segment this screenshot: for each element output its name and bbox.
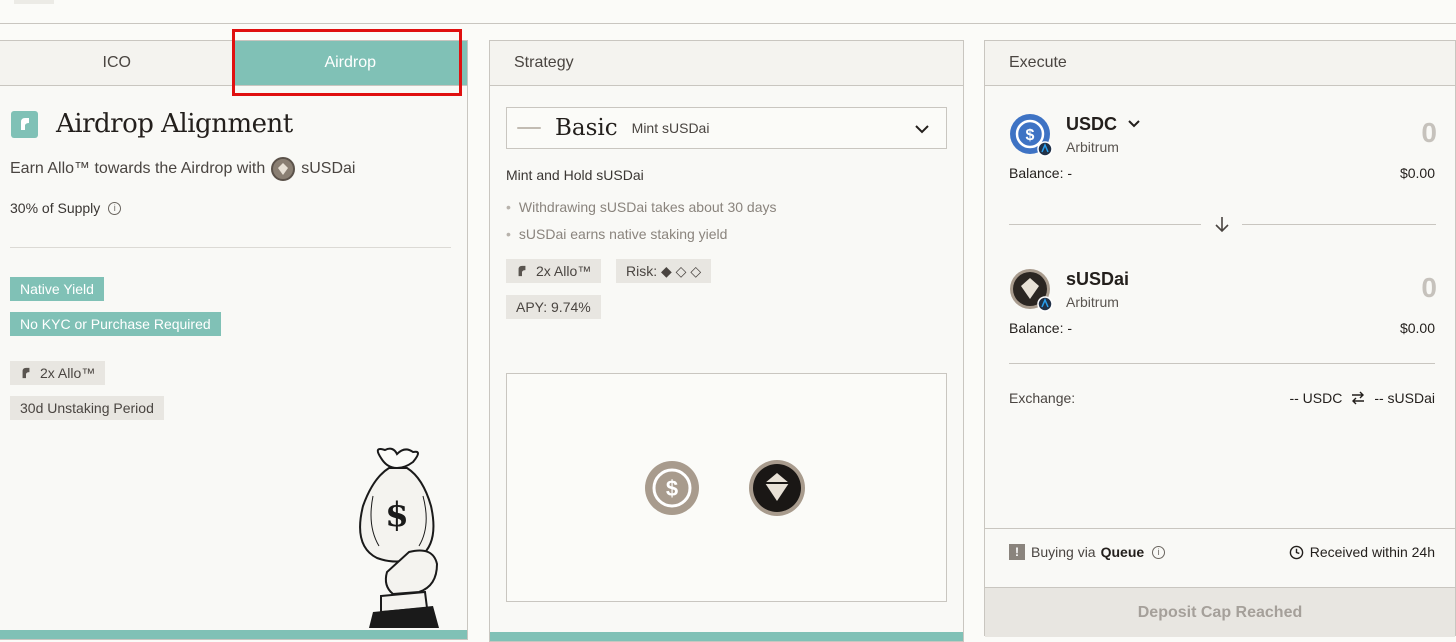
- deposit-button[interactable]: Deposit Cap Reached: [985, 587, 1455, 637]
- chevron-down-icon: [1128, 120, 1140, 128]
- divider: [1242, 224, 1436, 225]
- tab-ico[interactable]: ICO: [0, 41, 234, 85]
- supply-row: 30% of Supply i: [10, 200, 122, 216]
- exchange-label: Exchange:: [1009, 390, 1076, 406]
- top-bar-stub: [14, 0, 54, 4]
- received-time: Received within 24h: [1289, 544, 1435, 560]
- strategy-heading: Mint and Hold sUSDai: [506, 167, 644, 183]
- usdc-icon: $: [1009, 113, 1053, 157]
- to-balance-row: Balance: - $0.00: [1009, 320, 1435, 336]
- strategy-subtitle: Mint sUSDai: [631, 120, 710, 136]
- earn-row: Earn Allo™ towards the Airdrop with sUSD…: [10, 157, 355, 181]
- list-item: sUSDai earns native staking yield: [506, 220, 776, 247]
- strategy-name: Basic: [555, 115, 618, 141]
- strategy-panel: Strategy Basic Mint sUSDai Mint and Hold…: [489, 40, 964, 642]
- clock-icon: [1289, 545, 1303, 559]
- exchange-to: -- sUSDai: [1374, 390, 1435, 406]
- from-token-network: Arbitrum: [1066, 138, 1119, 155]
- earn-text: Earn Allo™ towards the Airdrop with: [10, 160, 266, 177]
- supply-text: 30% of Supply: [10, 200, 101, 216]
- divider: [985, 528, 1455, 529]
- allo-icon: [22, 367, 30, 379]
- from-balance: Balance: -: [1009, 165, 1073, 181]
- strategy-header: Strategy: [490, 41, 963, 86]
- exchange-from: -- USDC: [1289, 390, 1343, 406]
- mode-tabs: ICO Airdrop: [0, 41, 467, 86]
- chevron-down-icon: [915, 125, 929, 134]
- execute-header: Execute: [985, 41, 1455, 86]
- queue-label: Queue: [1100, 544, 1145, 560]
- list-item: Withdrawing sUSDai takes about 30 days: [506, 193, 777, 220]
- footer-row: ! Buying via Queue i Received within 24h: [1009, 544, 1435, 560]
- arrow-down-icon[interactable]: [1213, 215, 1231, 235]
- tag-unstaking-period: 30d Unstaking Period: [10, 396, 164, 420]
- panel-accent-bar: [490, 632, 963, 641]
- tag-native-yield: Native Yield: [10, 277, 104, 301]
- allo-icon: [518, 265, 526, 277]
- exchange-row: Exchange: -- USDC -- sUSDai: [1009, 390, 1435, 406]
- chip-risk: Risk: ◆ ◇ ◇: [616, 259, 712, 283]
- chip-allo-label: 2x Allo™: [536, 263, 592, 279]
- from-token-name: USDC: [1066, 113, 1118, 134]
- tab-airdrop[interactable]: Airdrop: [233, 41, 467, 85]
- to-token-name: sUSDai: [1066, 268, 1130, 289]
- page-title: Airdrop Alignment: [56, 109, 293, 139]
- chip-apy: APY: 9.74%: [506, 295, 601, 319]
- from-value: $0.00: [1399, 165, 1435, 181]
- to-token: sUSDai Arbitrum: [1009, 268, 1130, 312]
- warning-icon: !: [1009, 544, 1025, 560]
- from-balance-row: Balance: - $0.00: [1009, 165, 1435, 181]
- divider: [1009, 363, 1435, 364]
- execute-panel: Execute $ USDC Arbitrum 0 Balance: - $0.…: [984, 40, 1456, 637]
- panel-accent-bar: [0, 630, 467, 639]
- received-label: Received within 24h: [1309, 544, 1435, 560]
- svg-text:$: $: [666, 476, 678, 501]
- info-icon[interactable]: i: [1152, 545, 1166, 559]
- susdai-icon: [1009, 268, 1053, 312]
- exchange-rate: -- USDC -- sUSDai: [1289, 390, 1435, 406]
- to-amount: 0: [1421, 272, 1437, 303]
- svg-text:$: $: [385, 495, 409, 535]
- buying-via: ! Buying via Queue i: [1009, 544, 1166, 560]
- susdai-icon: [271, 157, 296, 181]
- info-icon[interactable]: i: [108, 201, 122, 215]
- airdrop-panel: ICO Airdrop Airdrop Alignment Earn Allo™…: [0, 29, 468, 640]
- title-row: Airdrop Alignment: [11, 109, 293, 139]
- allo-icon: [11, 110, 38, 138]
- divider: [1009, 224, 1201, 225]
- usdc-icon: $: [645, 461, 699, 515]
- chip-allo: 2x Allo™: [506, 259, 602, 283]
- susdai-icon: [749, 460, 805, 516]
- money-bag-illustration: $: [359, 447, 439, 628]
- strategy-visual: $: [506, 373, 947, 602]
- swap-arrows-icon[interactable]: [1350, 391, 1366, 405]
- buying-via-label: Buying via: [1031, 544, 1096, 560]
- to-value: $0.00: [1399, 320, 1435, 336]
- to-token-network: Arbitrum: [1066, 293, 1119, 310]
- earn-token: sUSDai: [301, 160, 356, 177]
- to-balance: Balance: -: [1009, 320, 1073, 336]
- strategy-select[interactable]: Basic Mint sUSDai: [506, 107, 947, 149]
- svg-text:$: $: [1026, 127, 1035, 144]
- strategy-dash-icon: [517, 127, 541, 129]
- tag-allo-multiplier: 2x Allo™: [10, 361, 106, 385]
- from-token-selector[interactable]: $ USDC Arbitrum: [1009, 113, 1141, 157]
- from-amount-input[interactable]: 0: [1421, 117, 1437, 149]
- top-bar: [0, 0, 1456, 24]
- tag-no-kyc: No KYC or Purchase Required: [10, 312, 221, 336]
- divider: [10, 247, 451, 248]
- strategy-bullets: Withdrawing sUSDai takes about 30 days s…: [506, 193, 777, 247]
- tag-allo-label: 2x Allo™: [40, 365, 96, 381]
